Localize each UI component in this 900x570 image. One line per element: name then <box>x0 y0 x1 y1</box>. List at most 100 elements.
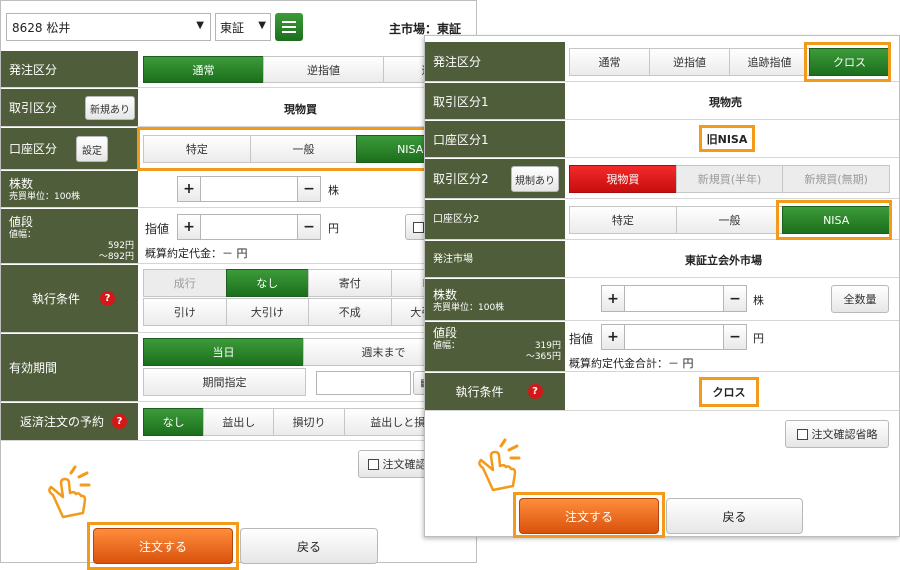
price-range-high: ～892円 <box>98 252 134 262</box>
r-estimate-text: 概算約定代金合計：－ 円 <box>569 357 694 370</box>
market-select[interactable]: 東証 ▼ <box>215 13 271 41</box>
r-price-unit: 円 <box>753 332 764 345</box>
qty-unit-note: 売買単位：100株 <box>9 192 81 202</box>
qty-plus-button[interactable]: + <box>177 176 201 202</box>
help-icon[interactable]: ? <box>112 414 127 429</box>
account-setting-button[interactable]: 設定 <box>76 136 108 162</box>
r-price-row: 値段 値幅： 319円 ～365円 指値 + − 円 概算約定代金合計：－ 円 <box>425 322 899 372</box>
validity-period-button[interactable]: 期間指定 <box>143 368 306 396</box>
r-account2-tokutei[interactable]: 特定 <box>569 206 677 234</box>
r-exec-value-box: クロス <box>699 377 759 407</box>
market-select-value: 東証 <box>220 20 245 35</box>
r-price-plus-button[interactable]: + <box>601 324 625 350</box>
highlight-order-button <box>87 522 239 570</box>
order-type-normal[interactable]: 通常 <box>143 56 264 83</box>
r-market-value: 東証立会外市場 <box>685 254 762 267</box>
qty-row: 株数 売買単位：100株 + − 株 <box>1 171 476 208</box>
r-qty-minus-button[interactable]: − <box>723 285 747 312</box>
list-icon[interactable] <box>275 13 303 41</box>
r-price-range-high: ～365円 <box>525 352 561 362</box>
exec-row: 執行条件? 成行 なし 寄付 IOC 引け 大引け 不成 大引不成 <box>1 265 476 333</box>
qty-minus-button[interactable]: − <box>297 176 321 202</box>
r-trade-type2-regulation-button[interactable]: 規制あり <box>511 166 559 192</box>
exec-open[interactable]: 寄付 <box>308 269 392 297</box>
r-trade-type2-row: 取引区分2 規制あり 現物買 新規買(半年) 新規買(無期) <box>425 159 899 199</box>
highlight-account <box>137 127 437 171</box>
settle-loss[interactable]: 損切り <box>273 408 345 436</box>
r-skip-confirm-label: 注文確認省略 <box>811 428 878 441</box>
settle-none[interactable]: なし <box>143 408 205 436</box>
help-icon[interactable]: ? <box>100 291 115 306</box>
order-type-row: 発注区分 通常 逆指値 追跡指値 <box>1 51 504 88</box>
trade-type-regulation-button[interactable]: 新規あり <box>85 96 135 120</box>
r-account1-label: 口座区分1 <box>433 132 489 147</box>
price-mode: 指値 <box>145 222 170 236</box>
r-account2-ippan[interactable]: 一般 <box>675 206 784 234</box>
r-price-input[interactable] <box>624 324 724 350</box>
price-input[interactable] <box>200 214 298 240</box>
back-button[interactable]: 戻る <box>240 528 378 564</box>
price-minus-button[interactable]: − <box>297 214 321 240</box>
r-exec-value: クロス <box>712 386 746 399</box>
order-form-left: 8628 松井 ▼ 東証 ▼ 主市場：東証 発注区分 通常 逆指値 追跡指値 取… <box>0 0 504 570</box>
highlight-account2-nisa <box>776 200 892 240</box>
price-row: 値段 値幅： 592円 ～892円 指値 + − 円 概算約定代金：－ 円 <box>1 209 476 264</box>
order-type-stop[interactable]: 逆指値 <box>263 56 384 83</box>
hand-pointer-icon <box>478 438 521 492</box>
exec-market[interactable]: 成行 <box>143 269 227 297</box>
settle-profit[interactable]: 益出し <box>203 408 275 436</box>
stock-select[interactable]: 8628 松井 ▼ <box>6 13 211 41</box>
r-trade-type1-label: 取引区分1 <box>433 94 489 109</box>
r-trade-cash-buy[interactable]: 現物買 <box>569 165 677 193</box>
r-exec-label: 執行条件 <box>455 385 504 399</box>
validity-date-input[interactable] <box>316 371 411 395</box>
r-qty-label: 株数 <box>433 287 458 302</box>
price-range-low: 592円 <box>107 241 134 251</box>
validity-row: 有効期間 当日 週末まで 期間指定 ▦ <box>1 334 476 402</box>
exec-close[interactable]: 引け <box>143 298 227 326</box>
qty-unit: 株 <box>328 184 339 197</box>
r-order-type-trailing[interactable]: 追跡指値 <box>729 48 810 76</box>
r-market-row: 発注市場 東証立会外市場 <box>425 241 899 278</box>
exec-funari[interactable]: 不成 <box>308 298 392 326</box>
r-exec-row: 執行条件? クロス <box>425 373 899 411</box>
r-qty-unit-note: 売買単位：100株 <box>433 302 505 313</box>
r-trade-new-buy-half[interactable]: 新規買(半年) <box>675 165 784 193</box>
settle-label: 返済注文の予約 <box>19 415 104 429</box>
validity-today[interactable]: 当日 <box>143 338 304 366</box>
r-price-minus-button[interactable]: − <box>723 324 747 350</box>
r-account1-value: 旧NISA <box>706 132 748 146</box>
chevron-down-icon: ▼ <box>196 20 204 31</box>
exec-big-close[interactable]: 大引け <box>225 298 309 326</box>
r-qty-all-button[interactable]: 全数量 <box>831 285 889 313</box>
help-icon[interactable]: ? <box>527 384 543 399</box>
r-qty-unit: 株 <box>753 294 764 307</box>
r-skip-confirm-checkbox[interactable]: 注文確認省略 <box>785 420 889 448</box>
order-type-label: 発注区分 <box>9 62 58 77</box>
r-price-range-low: 319円 <box>534 341 561 351</box>
r-account1-row: 口座区分1 旧NISA <box>425 121 899 158</box>
price-plus-button[interactable]: + <box>177 214 201 240</box>
r-back-button[interactable]: 戻る <box>666 498 803 534</box>
stock-select-value: 8628 松井 <box>12 20 71 35</box>
r-order-type-normal[interactable]: 通常 <box>569 48 650 76</box>
hand-pointer-icon <box>48 465 91 519</box>
r-qty-row: 株数 売買単位：100株 + − 株 全数量 <box>425 279 899 321</box>
r-order-type-stop[interactable]: 逆指値 <box>649 48 730 76</box>
settle-row: 返済注文の予約? なし 益出し 損切り 益出しと損切り <box>1 403 476 441</box>
exec-label: 執行条件 <box>31 292 80 306</box>
highlight-cross-tab <box>804 42 891 82</box>
r-qty-plus-button[interactable]: + <box>601 285 625 312</box>
exec-none[interactable]: なし <box>225 269 309 297</box>
trade-type-value: 現物買 <box>284 103 317 116</box>
price-unit: 円 <box>328 222 339 235</box>
price-label: 値段 <box>9 215 34 229</box>
validity-label: 有効期間 <box>9 361 58 375</box>
r-qty-input[interactable] <box>624 285 724 312</box>
qty-input[interactable] <box>200 176 298 202</box>
r-trade-new-buy-unlimited[interactable]: 新規買(無期) <box>782 165 891 193</box>
r-account2-label: 口座区分2 <box>433 214 480 225</box>
account-label: 口座区分 <box>9 142 58 156</box>
highlight-r-order-button <box>513 492 665 538</box>
r-account1-value-box: 旧NISA <box>699 125 755 152</box>
